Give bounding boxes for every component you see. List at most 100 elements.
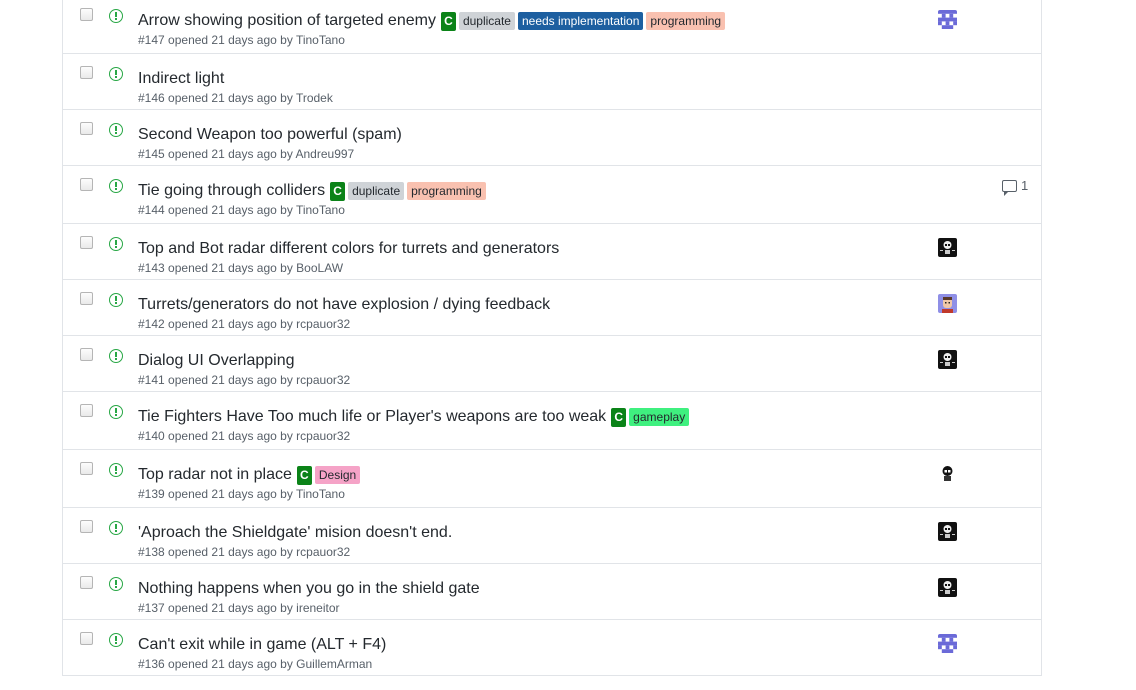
open-issue-icon — [109, 123, 123, 137]
author-link[interactable]: GuillemArman — [296, 657, 372, 671]
opened-text: opened 21 days ago by — [168, 545, 293, 559]
author-link[interactable]: rcpauor32 — [296, 373, 350, 387]
issue-number: #143 — [138, 261, 165, 275]
label-duplicate[interactable]: duplicate — [348, 182, 405, 200]
issue-list: Arrow showing position of targeted enemy… — [62, 0, 1042, 676]
author-link[interactable]: Trodek — [296, 91, 333, 105]
language-badge: C — [440, 11, 456, 31]
author-link[interactable]: TinoTano — [296, 33, 345, 47]
open-issue-icon — [109, 293, 123, 307]
skull-avatar-icon[interactable] — [938, 238, 957, 257]
select-checkbox[interactable] — [80, 66, 93, 79]
issue-row: Turrets/generators do not have explosion… — [63, 280, 1041, 336]
label-programming[interactable]: programming — [646, 12, 726, 30]
opened-text: opened 21 days ago by — [168, 487, 293, 501]
issue-meta: #137 opened 21 days ago by ireneitor — [138, 601, 340, 615]
comment-count-link[interactable]: 1 — [1002, 178, 1029, 196]
select-checkbox[interactable] — [80, 348, 93, 361]
select-checkbox[interactable] — [80, 404, 93, 417]
select-checkbox[interactable] — [80, 576, 93, 589]
author-link[interactable]: ireneitor — [296, 601, 339, 615]
language-badge: C — [330, 181, 346, 201]
open-issue-icon — [109, 349, 123, 363]
title-line: Dialog UI Overlapping — [138, 349, 295, 373]
opened-text: opened 21 days ago by — [168, 657, 293, 671]
opened-text: opened 21 days ago by — [168, 33, 293, 47]
issue-title-link[interactable]: Can't exit while in game (ALT + F4) — [138, 636, 386, 654]
open-issue-icon — [109, 67, 123, 81]
author-link[interactable]: rcpauor32 — [296, 317, 350, 331]
pixel-avatar-icon[interactable] — [938, 10, 957, 29]
issue-row: Can't exit while in game (ALT + F4) #136… — [63, 620, 1041, 676]
select-checkbox[interactable] — [80, 520, 93, 533]
opened-text: opened 21 days ago by — [168, 261, 293, 275]
author-link[interactable]: TinoTano — [296, 203, 345, 217]
issue-title-link[interactable]: Nothing happens when you go in the shiel… — [138, 580, 480, 598]
issue-number: #147 — [138, 33, 165, 47]
author-link[interactable]: TinoTano — [296, 487, 345, 501]
author-link[interactable]: rcpauor32 — [296, 429, 350, 443]
issue-number: #138 — [138, 545, 165, 559]
opened-text: opened 21 days ago by — [168, 317, 293, 331]
skull-avatar-icon[interactable] — [938, 578, 957, 597]
skull-avatar-icon[interactable] — [938, 464, 957, 483]
issue-row: Dialog UI Overlapping #141 opened 21 day… — [63, 336, 1041, 392]
issue-title-link[interactable]: Tie Fighters Have Too much life or Playe… — [138, 408, 606, 426]
select-checkbox[interactable] — [80, 236, 93, 249]
title-line: Indirect light — [138, 67, 224, 91]
issue-meta: #141 opened 21 days ago by rcpauor32 — [138, 373, 350, 387]
title-line: Top radar not in place C Design — [138, 463, 361, 487]
issue-meta: #146 opened 21 days ago by Trodek — [138, 91, 333, 105]
issue-title-link[interactable]: Top radar not in place — [138, 466, 292, 484]
title-line: Tie going through colliders C duplicate … — [138, 179, 486, 203]
select-checkbox[interactable] — [80, 178, 93, 191]
select-checkbox[interactable] — [80, 122, 93, 135]
issue-meta: #147 opened 21 days ago by TinoTano — [138, 33, 345, 47]
open-issue-icon — [109, 179, 123, 193]
issue-meta: #140 opened 21 days ago by rcpauor32 — [138, 429, 350, 443]
issue-title-link[interactable]: Top and Bot radar different colors for t… — [138, 240, 559, 258]
issue-title-link[interactable]: Arrow showing position of targeted enemy — [138, 12, 436, 30]
title-line: Can't exit while in game (ALT + F4) — [138, 633, 386, 657]
label-gameplay[interactable]: gameplay — [629, 408, 690, 426]
comment-count: 1 — [1021, 178, 1029, 193]
issue-number: #137 — [138, 601, 165, 615]
skull-avatar-icon[interactable] — [938, 522, 957, 541]
issue-title-link[interactable]: Dialog UI Overlapping — [138, 352, 295, 370]
issue-row: Top radar not in place C Design #139 ope… — [63, 450, 1041, 508]
issue-title-link[interactable]: 'Aproach the Shieldgate' mision doesn't … — [138, 524, 452, 542]
face-avatar-icon[interactable] — [938, 294, 957, 313]
author-link[interactable]: Andreu997 — [296, 147, 355, 161]
label-duplicate[interactable]: duplicate — [458, 12, 515, 30]
label-programming[interactable]: programming — [407, 182, 486, 200]
issue-meta: #139 opened 21 days ago by TinoTano — [138, 487, 345, 501]
select-checkbox[interactable] — [80, 8, 93, 21]
select-checkbox[interactable] — [80, 292, 93, 305]
select-checkbox[interactable] — [80, 632, 93, 645]
label-needs-implementation[interactable]: needs implementation — [517, 12, 644, 30]
title-line: Arrow showing position of targeted enemy… — [138, 9, 726, 33]
issue-number: #144 — [138, 203, 165, 217]
pixel-avatar-icon[interactable] — [938, 634, 957, 653]
issue-number: #140 — [138, 429, 165, 443]
issue-row: Arrow showing position of targeted enemy… — [63, 0, 1041, 54]
issue-title-link[interactable]: Turrets/generators do not have explosion… — [138, 296, 550, 314]
opened-text: opened 21 days ago by — [168, 601, 293, 615]
open-issue-icon — [109, 9, 123, 23]
issue-meta: #142 opened 21 days ago by rcpauor32 — [138, 317, 350, 331]
label-design[interactable]: Design — [314, 466, 361, 484]
issue-row: Nothing happens when you go in the shiel… — [63, 564, 1041, 620]
issue-title-link[interactable]: Tie going through colliders — [138, 182, 325, 200]
author-link[interactable]: rcpauor32 — [296, 545, 350, 559]
select-checkbox[interactable] — [80, 462, 93, 475]
issue-title-link[interactable]: Indirect light — [138, 70, 224, 88]
author-link[interactable]: BooLAW — [296, 261, 343, 275]
issue-title-link[interactable]: Second Weapon too powerful (spam) — [138, 126, 402, 144]
opened-text: opened 21 days ago by — [168, 203, 293, 217]
opened-text: opened 21 days ago by — [168, 91, 293, 105]
language-badge: C — [611, 407, 627, 427]
opened-text: opened 21 days ago by — [168, 373, 293, 387]
issue-number: #136 — [138, 657, 165, 671]
issue-number: #141 — [138, 373, 165, 387]
skull-avatar-icon[interactable] — [938, 350, 957, 369]
